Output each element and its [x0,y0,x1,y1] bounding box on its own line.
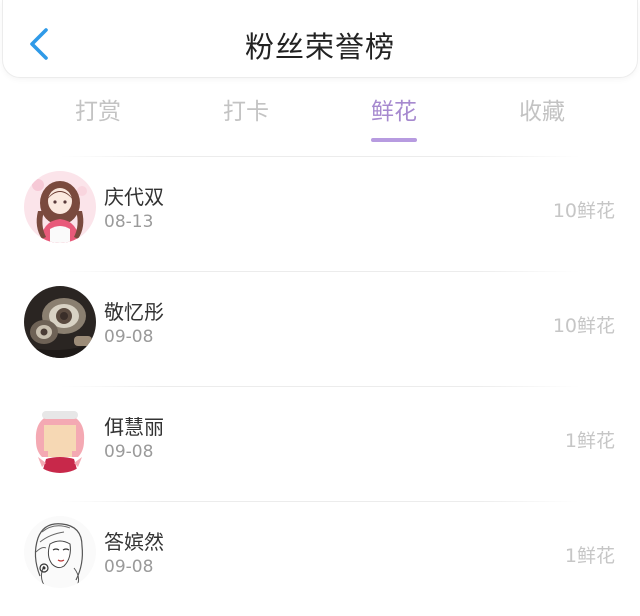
tray-photo-avatar [24,286,96,358]
tab-checkin[interactable]: 打卡 [201,92,291,126]
active-tab-indicator [371,138,417,142]
fan-name: 敬忆彤 [104,300,164,324]
tab-favorites[interactable]: 收藏 [497,92,587,126]
anime-girl-avatar [24,171,96,243]
flower-count: 1鲜花 [564,430,615,452]
list-item[interactable]: 庆代双 08-13 10鲜花 [0,156,640,271]
list-item[interactable]: 答嫔然 09-08 1鲜花 [0,501,640,616]
fan-list: 庆代双 08-13 10鲜花 敬忆彤 09-08 10鲜花 佴慧丽 09-08 … [0,156,640,616]
divider [60,501,580,502]
flower-count: 1鲜花 [564,545,615,567]
divider [60,386,580,387]
fan-name: 佴慧丽 [104,415,164,439]
fan-name: 庆代双 [104,185,164,209]
tab-reward[interactable]: 打赏 [53,92,143,126]
divider [60,271,580,272]
list-item[interactable]: 敬忆彤 09-08 10鲜花 [0,271,640,386]
page-title: 粉丝荣誉榜 [244,30,395,64]
tab-flowers[interactable]: 鲜花 [349,92,439,142]
divider [60,156,580,157]
fan-name: 答嫔然 [104,530,164,554]
flower-count: 10鲜花 [552,200,615,222]
list-item[interactable]: 佴慧丽 09-08 1鲜花 [0,386,640,501]
fan-date: 09-08 [104,442,154,462]
tab-bar: 打赏 打卡 鲜花 收藏 [0,86,640,142]
sketch-woman-avatar [24,516,96,588]
fan-date: 09-08 [104,557,154,577]
tab-flowers-label: 鲜花 [371,99,417,125]
fan-date: 08-13 [104,212,154,232]
flower-count: 10鲜花 [552,315,615,337]
fan-date: 09-08 [104,327,154,347]
header-bar: 粉丝荣誉榜 [2,0,638,78]
cartoon-girl-avatar [24,401,96,473]
